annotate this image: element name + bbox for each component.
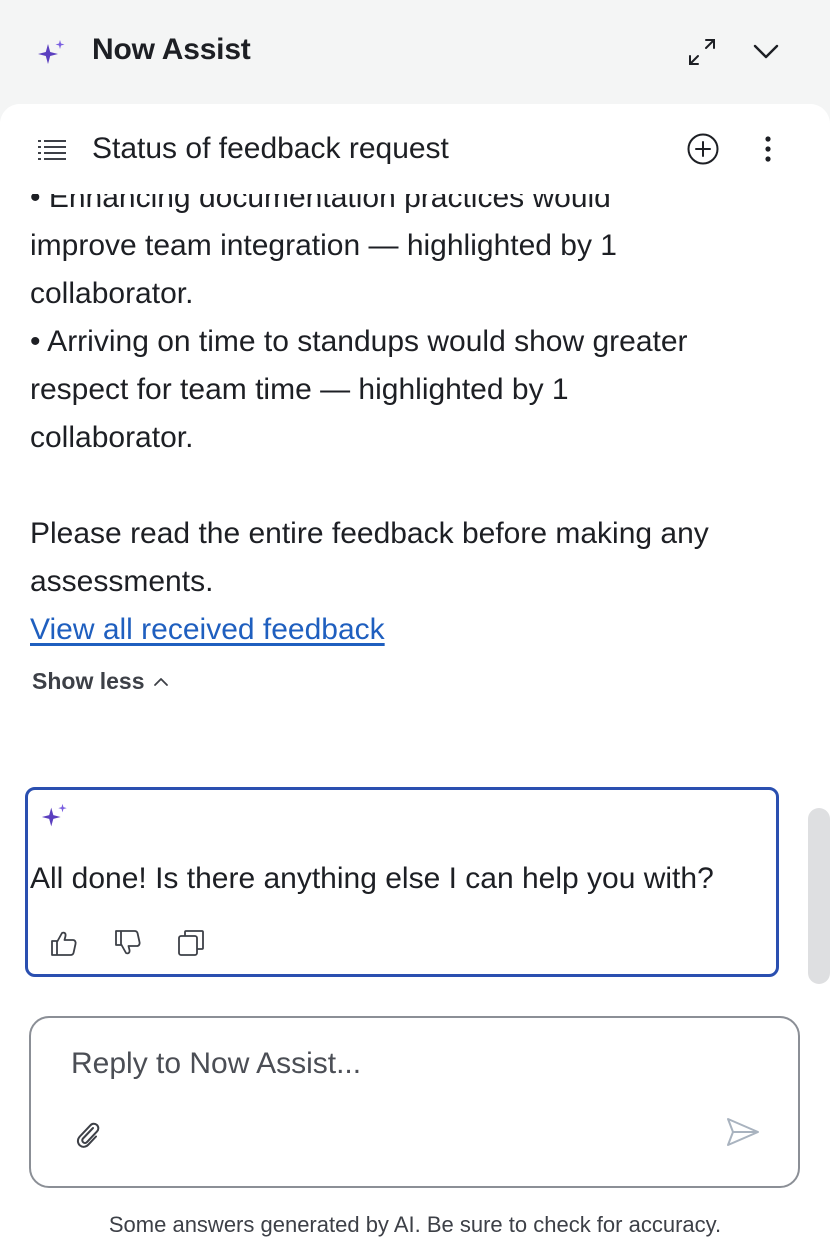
reply-input[interactable] <box>71 1040 751 1088</box>
conversation-panel: • Enhancing documentation practices woul… <box>0 104 830 1254</box>
ai-reply-text: All done! Is there anything else I can h… <box>30 862 714 895</box>
view-feedback-link[interactable]: View all received feedback <box>30 613 385 646</box>
scrollbar-thumb[interactable] <box>808 808 830 984</box>
ai-disclaimer: Some answers generated by AI. Be sure to… <box>108 1212 722 1237</box>
assistant-header: Now Assist <box>0 0 830 104</box>
send-icon[interactable] <box>725 1114 761 1150</box>
reply-composer <box>29 1016 800 1188</box>
ai-reply-card: All done! Is there anything else I can h… <box>25 787 779 977</box>
expand-icon[interactable] <box>684 34 720 70</box>
sparkle-icon <box>38 40 65 64</box>
thumbs-up-icon[interactable] <box>48 928 78 958</box>
add-icon[interactable] <box>686 132 720 166</box>
message-line: respect for team time — highlighted by 1 <box>30 373 569 406</box>
paperclip-icon[interactable] <box>71 1118 103 1150</box>
app-title: Now Assist <box>92 33 251 66</box>
chevron-down-icon[interactable] <box>750 36 782 68</box>
chevron-up-icon <box>154 677 169 686</box>
message-line: Please read the entire feedback before m… <box>30 517 709 550</box>
show-less-label: Show less <box>32 668 145 694</box>
sparkle-icon <box>41 803 67 827</box>
message-line: • Arriving on time to standups would sho… <box>30 325 688 358</box>
message-line: collaborator. <box>30 421 194 454</box>
message-list[interactable]: • Enhancing documentation practices woul… <box>0 104 830 1004</box>
message-line: improve team integration — highlighted b… <box>30 229 617 262</box>
conversation-title: Status of feedback request <box>92 132 449 165</box>
message-line: collaborator. <box>30 277 194 310</box>
more-icon[interactable] <box>754 132 782 166</box>
show-less-button[interactable]: Show less <box>32 668 170 695</box>
conversation-header: Status of feedback request <box>0 104 830 194</box>
message-line: assessments. <box>30 565 214 598</box>
thumbs-down-icon[interactable] <box>112 928 142 958</box>
assistant-message: • Enhancing documentation practices woul… <box>30 174 790 654</box>
copy-icon[interactable] <box>176 928 206 958</box>
list-icon[interactable] <box>38 138 66 162</box>
